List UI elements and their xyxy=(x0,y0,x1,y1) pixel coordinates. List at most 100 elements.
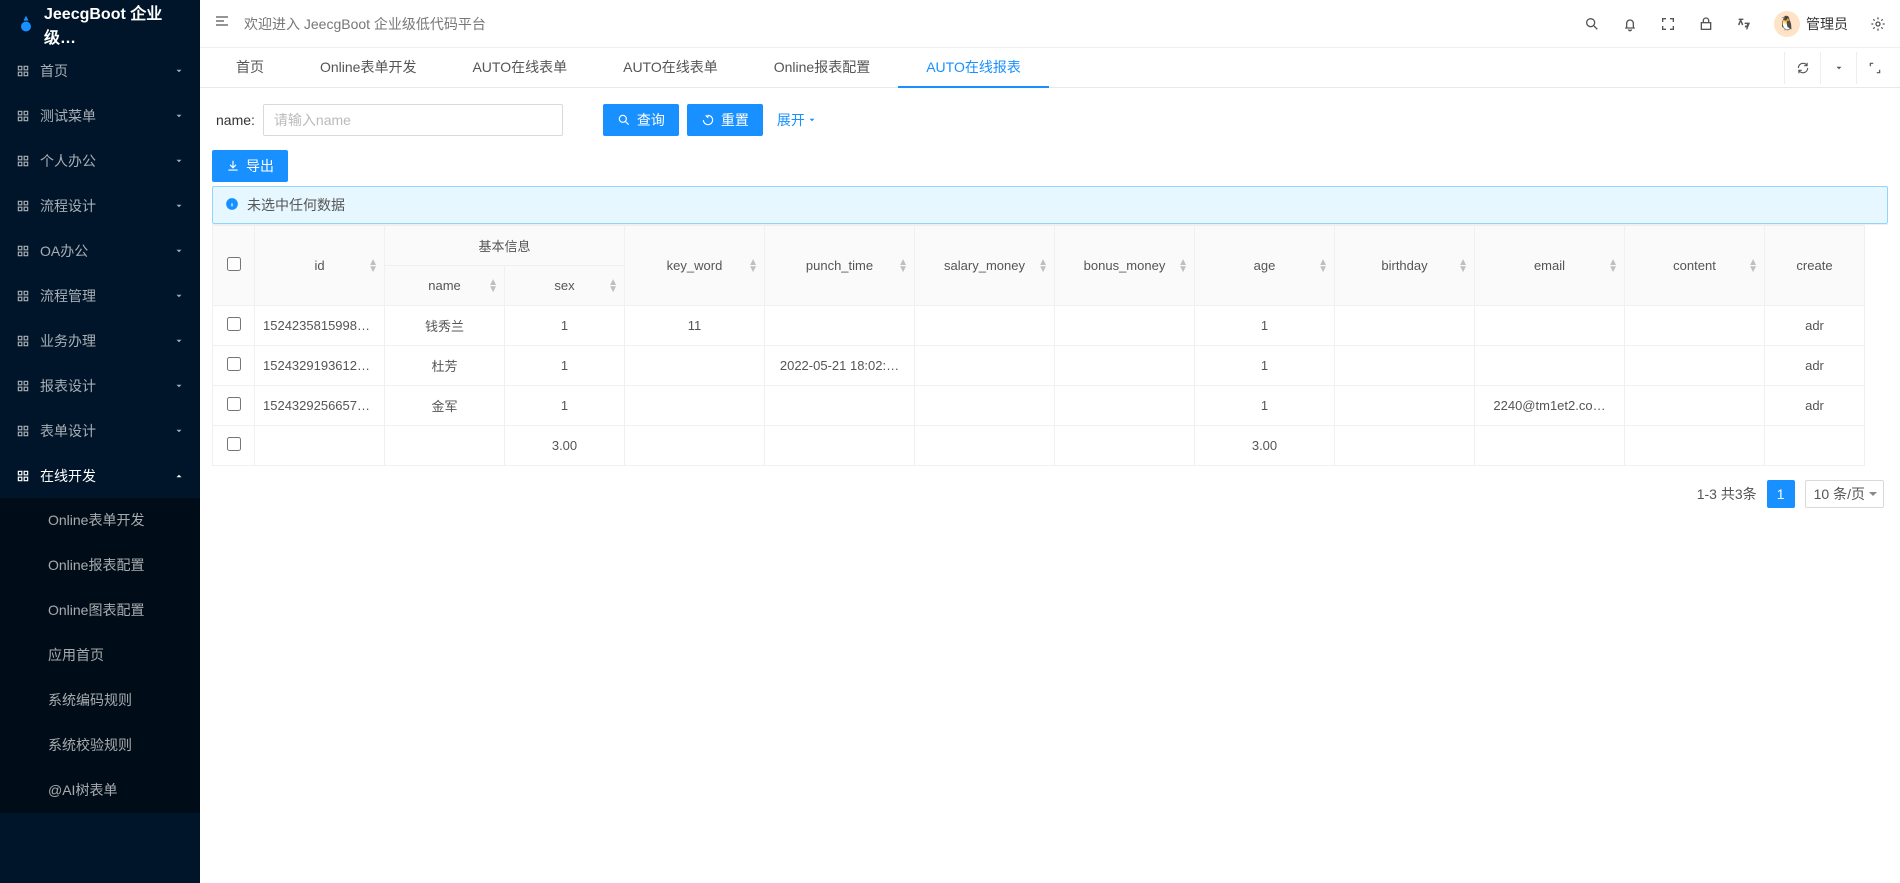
sidebar-item[interactable]: 业务办理 xyxy=(0,318,200,363)
cell-id: 152432919361265… xyxy=(255,346,385,386)
col-id[interactable]: id xyxy=(314,258,324,273)
sidebar-subitem[interactable]: Online表单开发 xyxy=(0,498,200,543)
menu-icon xyxy=(16,334,30,348)
table-row[interactable]: 152432919361265…杜芳12022-05-21 18:02:…1ad… xyxy=(213,346,1865,386)
tab[interactable]: AUTO在线表单 xyxy=(595,48,746,88)
table-row[interactable]: 152432925665724…金军112240@tm1et2.co…adr xyxy=(213,386,1865,426)
row-checkbox[interactable] xyxy=(227,437,241,451)
sort-icon[interactable]: ▲▼ xyxy=(1748,259,1758,273)
reset-icon xyxy=(701,113,715,127)
sort-icon[interactable]: ▲▼ xyxy=(368,259,378,273)
brand-text: JeecgBoot 企业级… xyxy=(44,0,184,48)
alert-text: 未选中任何数据 xyxy=(247,195,345,215)
sort-icon[interactable]: ▲▼ xyxy=(1458,259,1468,273)
search-icon[interactable] xyxy=(1584,16,1600,32)
select-all-checkbox[interactable] xyxy=(227,257,241,271)
table-row[interactable]: 152423581599886…钱秀兰1111adr xyxy=(213,306,1865,346)
sidebar-subitem[interactable]: 系统校验规则 xyxy=(0,723,200,768)
fullscreen-icon[interactable] xyxy=(1660,16,1676,32)
menu-label: 报表设计 xyxy=(40,376,96,396)
sidebar-subitem[interactable]: 应用首页 xyxy=(0,633,200,678)
export-button[interactable]: 导出 xyxy=(212,150,288,182)
collapse-sidebar-icon[interactable] xyxy=(214,13,230,34)
sort-icon[interactable]: ▲▼ xyxy=(1038,259,1048,273)
sidebar-item[interactable]: 报表设计 xyxy=(0,363,200,408)
menu-label: OA办公 xyxy=(40,241,88,261)
sort-icon[interactable]: ▲▼ xyxy=(488,279,498,293)
cell-age: 1 xyxy=(1195,306,1335,346)
footer-cell xyxy=(1625,426,1765,466)
col-create[interactable]: create xyxy=(1796,258,1832,273)
sidebar-item[interactable]: 个人办公 xyxy=(0,138,200,183)
tab[interactable]: Online表单开发 xyxy=(292,48,444,88)
welcome-text: 欢迎进入 JeecgBoot 企业级低代码平台 xyxy=(244,14,486,34)
col-sex[interactable]: sex xyxy=(554,278,574,293)
sidebar-item[interactable]: 首页 xyxy=(0,48,200,93)
expand-link-label: 展开 xyxy=(777,110,805,130)
tab[interactable]: Online报表配置 xyxy=(746,48,898,88)
cell-id: 152423581599886… xyxy=(255,306,385,346)
row-checkbox[interactable] xyxy=(227,357,241,371)
col-name[interactable]: name xyxy=(428,278,461,293)
sidebar-subitem[interactable]: 系统编码规则 xyxy=(0,678,200,723)
gear-icon[interactable] xyxy=(1870,16,1886,32)
tab[interactable]: AUTO在线报表 xyxy=(898,48,1049,88)
sidebar-item[interactable]: OA办公 xyxy=(0,228,200,273)
row-checkbox[interactable] xyxy=(227,317,241,331)
cell-name: 钱秀兰 xyxy=(385,306,505,346)
menu-icon xyxy=(16,199,30,213)
search-input[interactable] xyxy=(263,104,563,136)
tab[interactable]: AUTO在线表单 xyxy=(444,48,595,88)
cell-birthday xyxy=(1335,386,1475,426)
sort-icon[interactable]: ▲▼ xyxy=(1318,259,1328,273)
brand-logo[interactable]: JeecgBoot 企业级… xyxy=(0,0,200,48)
menu-icon xyxy=(16,289,30,303)
tab-refresh-icon[interactable] xyxy=(1784,52,1820,84)
sidebar-item[interactable]: 流程管理 xyxy=(0,273,200,318)
sidebar-item[interactable]: 在线开发 xyxy=(0,453,200,498)
sort-icon[interactable]: ▲▼ xyxy=(1608,259,1618,273)
col-punchtime[interactable]: punch_time xyxy=(806,258,873,273)
col-group-basic: 基本信息 xyxy=(385,226,625,266)
sidebar-subitem[interactable]: Online报表配置 xyxy=(0,543,200,588)
user-menu[interactable]: 🐧 管理员 xyxy=(1774,11,1848,37)
chevron-icon xyxy=(174,468,184,484)
col-bonus[interactable]: bonus_money xyxy=(1084,258,1166,273)
logo-icon xyxy=(16,14,36,34)
col-age[interactable]: age xyxy=(1254,258,1276,273)
cell-salary_money xyxy=(915,306,1055,346)
sidebar: JeecgBoot 企业级… 首页测试菜单个人办公流程设计 OA办公流程管理业务办… xyxy=(0,0,200,883)
cell-id: 152432925665724… xyxy=(255,386,385,426)
footer-cell xyxy=(625,426,765,466)
col-salary[interactable]: salary_money xyxy=(944,258,1025,273)
translate-icon[interactable] xyxy=(1736,16,1752,32)
col-birthday[interactable]: birthday xyxy=(1381,258,1427,273)
selection-alert: 未选中任何数据 xyxy=(212,186,1888,224)
sidebar-item[interactable]: 流程设计 xyxy=(0,183,200,228)
cell-content xyxy=(1625,346,1765,386)
page-1-button[interactable]: 1 xyxy=(1767,480,1795,508)
col-email[interactable]: email xyxy=(1534,258,1565,273)
sort-icon[interactable]: ▲▼ xyxy=(608,279,618,293)
tab-dropdown-icon[interactable] xyxy=(1820,52,1856,84)
row-checkbox[interactable] xyxy=(227,397,241,411)
sidebar-subitem[interactable]: @AI树表单 xyxy=(0,768,200,813)
reset-button[interactable]: 重置 xyxy=(687,104,763,136)
avatar: 🐧 xyxy=(1774,11,1800,37)
query-button[interactable]: 查询 xyxy=(603,104,679,136)
tab[interactable]: 首页 xyxy=(208,48,292,88)
sort-icon[interactable]: ▲▼ xyxy=(898,259,908,273)
sidebar-item[interactable]: 测试菜单 xyxy=(0,93,200,138)
col-content[interactable]: content xyxy=(1673,258,1716,273)
tab-fullscreen-icon[interactable] xyxy=(1856,52,1892,84)
page-size-select[interactable]: 10 条/页 xyxy=(1805,480,1884,508)
lock-icon[interactable] xyxy=(1698,16,1714,32)
sort-icon[interactable]: ▲▼ xyxy=(748,259,758,273)
expand-link[interactable]: 展开 xyxy=(777,110,817,130)
col-keyword[interactable]: key_word xyxy=(667,258,723,273)
bell-icon[interactable] xyxy=(1622,16,1638,32)
menu-label: 流程管理 xyxy=(40,286,96,306)
sidebar-item[interactable]: 表单设计 xyxy=(0,408,200,453)
sidebar-subitem[interactable]: Online图表配置 xyxy=(0,588,200,633)
sort-icon[interactable]: ▲▼ xyxy=(1178,259,1188,273)
